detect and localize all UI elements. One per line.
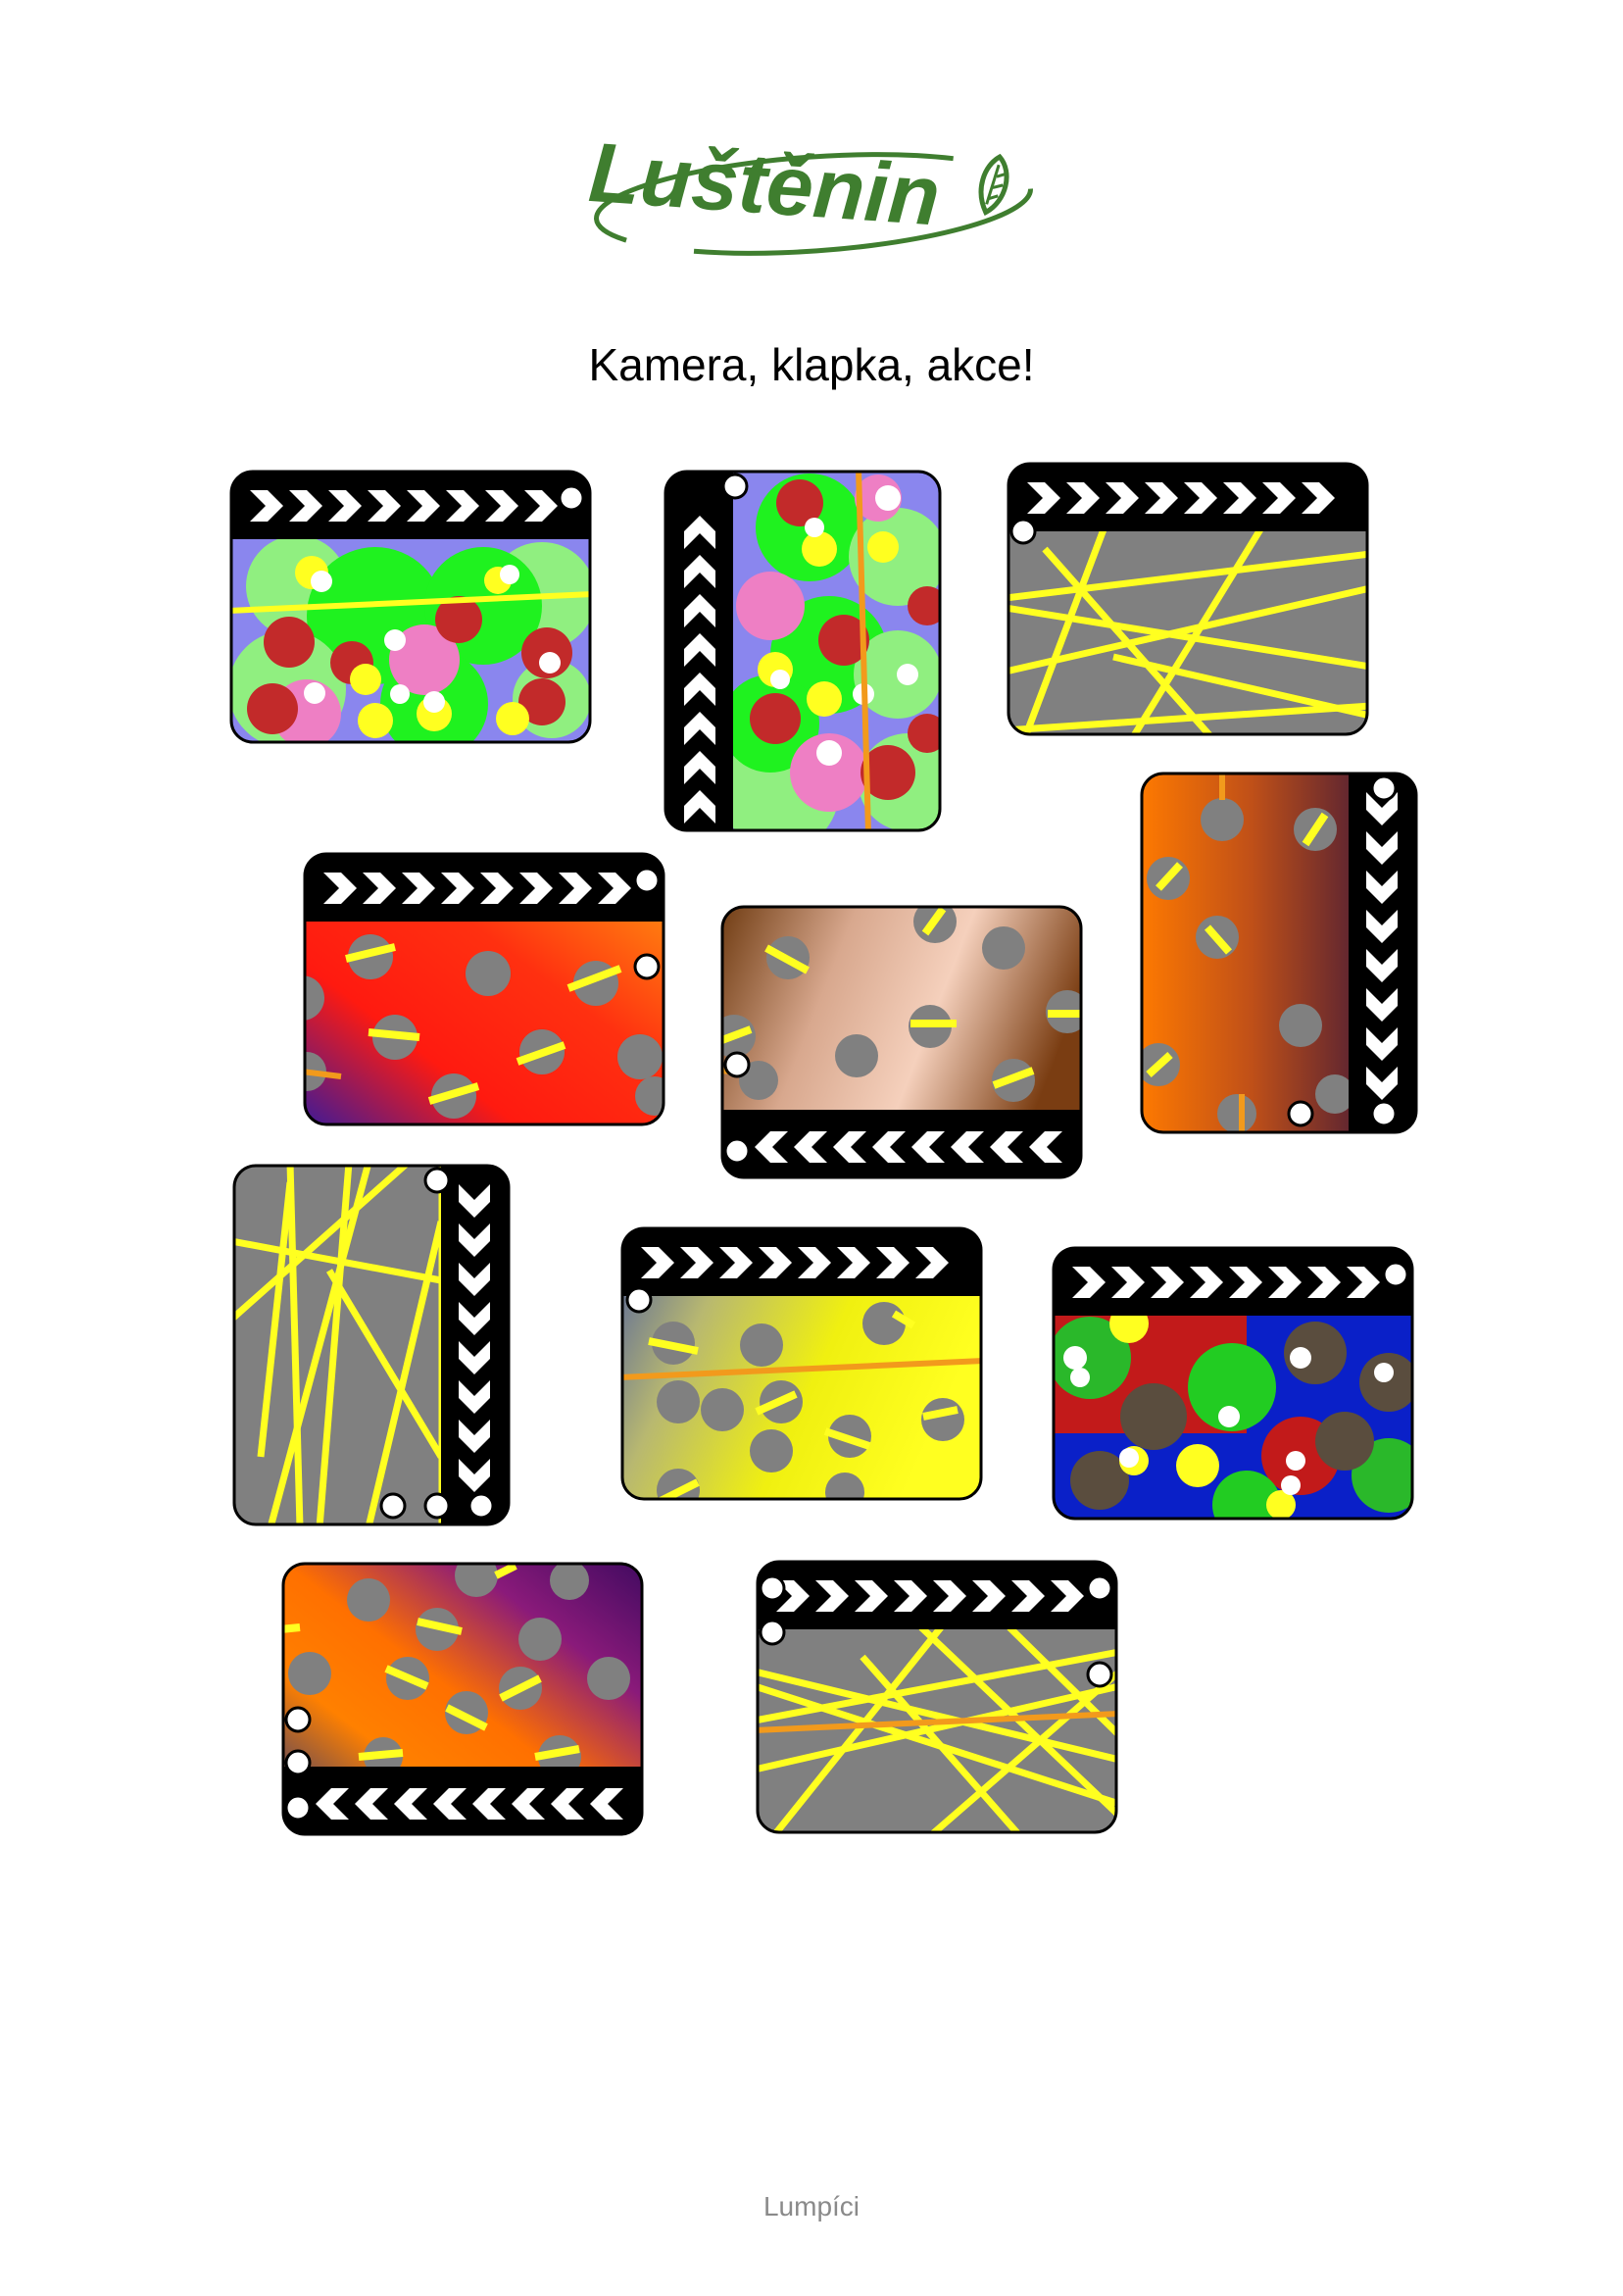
clapperboard-card (663, 469, 943, 833)
clapperboard-card (1006, 461, 1370, 737)
clapperboard-card (1139, 771, 1419, 1135)
lustenin-logo: Luštěnin (578, 118, 1049, 265)
clapperboard-card (1051, 1245, 1415, 1522)
clapperboard-card (755, 1559, 1119, 1835)
clapperboard-card (619, 1225, 984, 1502)
clapperboard-card (719, 904, 1084, 1180)
clapperboard-card (280, 1561, 645, 1837)
clapperboard-card (231, 1163, 512, 1527)
svg-text:Luštěnin: Luštěnin (586, 125, 943, 244)
clapperboard-card (302, 851, 666, 1127)
footer-credit: Lumpíci (762, 2191, 861, 2221)
clapperboard-card (228, 469, 593, 745)
page-title: Kamera, klapka, akce! (588, 339, 1035, 390)
